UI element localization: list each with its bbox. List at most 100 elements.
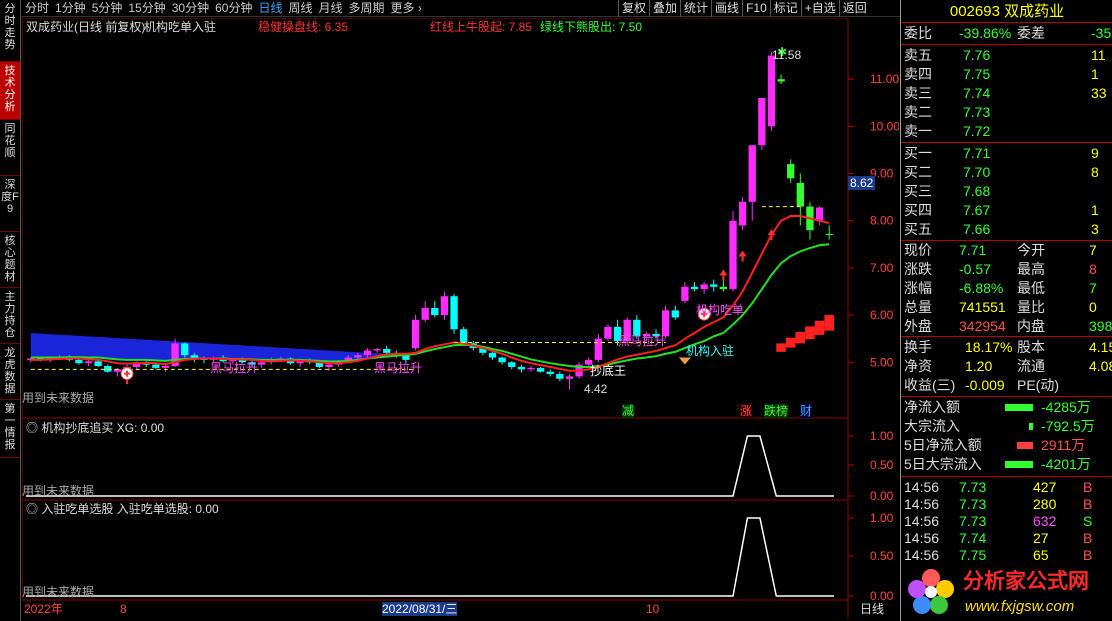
logo-text: 分析家公式网 xyxy=(963,570,1089,593)
side-tab-1[interactable]: 技术分析 xyxy=(0,62,20,120)
ask-row: 卖五 7.76 11 xyxy=(901,46,1112,65)
toolbar-btn-0[interactable]: 复权 xyxy=(618,0,649,17)
ylabel-10: 10.00 xyxy=(870,119,899,133)
panel2-value: XG: 0.00 xyxy=(116,421,165,435)
stat-value: 7.71 xyxy=(959,242,987,258)
flow-row: 大宗流入 -792.5万 xyxy=(901,417,1112,436)
future-data-note-1: 用到未来数据 xyxy=(22,391,95,405)
entry-bar xyxy=(795,332,806,344)
period-0[interactable]: 分时 xyxy=(22,0,52,17)
up-arrow-icon xyxy=(738,250,747,262)
stat2-value: -0.009 xyxy=(965,377,1005,393)
bid-price: 7.68 xyxy=(963,183,991,199)
chaodi-label: 抄底王 xyxy=(590,364,627,378)
entry-bar xyxy=(824,315,834,331)
stat2-value: 4.08 xyxy=(1089,358,1112,374)
logo-url: www.fxjgsw.com xyxy=(965,598,1075,615)
period-1[interactable]: 1分钟 xyxy=(52,0,89,17)
side-tab-6[interactable]: 龙虎数据 xyxy=(0,344,20,400)
ask-row: 卖三 7.74 33 xyxy=(901,84,1112,103)
side-tab-0[interactable]: 分时走势 xyxy=(0,0,20,62)
bid-row: 买一 7.71 9 xyxy=(901,144,1112,163)
candle xyxy=(681,282,689,304)
toolbar-btn-5[interactable]: 标记 xyxy=(769,0,801,17)
panel3-title[interactable]: ◎ 入驻吃单选股 入驻吃单选股: 0.00 xyxy=(26,502,219,516)
stock-code-name: 002693 双成药业 xyxy=(949,3,1065,20)
toolbar-btn-7[interactable]: 返回 xyxy=(838,0,870,17)
stat2-label: 股本 xyxy=(1017,339,1045,355)
stat-value: 741551 xyxy=(959,299,1006,315)
side-tab-7[interactable]: 第一情报 xyxy=(0,400,20,458)
candle xyxy=(671,305,679,320)
chart-area[interactable]: 5.00 6.00 7.00 8.00 9.00 10.00 11.00 ✱ 1.00 0.50 0… xyxy=(22,18,899,618)
stat-label: 现价 xyxy=(904,242,932,258)
stat2-label: PE(动) xyxy=(1017,377,1059,393)
jigou-chidan-label: 机构吃单 xyxy=(696,303,745,317)
xaxis-year: 2022年 xyxy=(24,602,63,616)
period-10[interactable]: 更多 › xyxy=(388,0,425,17)
bid-label: 买二 xyxy=(904,164,932,180)
panel2-ylabel-2: 0.00 xyxy=(870,489,894,503)
side-tab-2[interactable]: 同花顺 xyxy=(0,120,20,176)
toolbar-btn-1[interactable]: 叠加 xyxy=(649,0,680,17)
candle xyxy=(373,348,381,353)
period-6[interactable]: 日线 xyxy=(255,0,285,17)
stat-value: 0 xyxy=(1089,299,1097,315)
flow-bar xyxy=(1005,404,1033,411)
candle xyxy=(517,364,526,373)
candle xyxy=(546,369,554,377)
stat-value: 3985 xyxy=(1089,318,1112,334)
high-annotation: 11.58 xyxy=(772,48,802,62)
panel2-title[interactable]: ◎ 机构抄底追买 XG: 0.00 xyxy=(26,421,164,435)
toolbar-btn-4[interactable]: F10 xyxy=(742,0,770,17)
toolbar-btn-2[interactable]: 统计 xyxy=(680,0,711,17)
period-5[interactable]: 60分钟 xyxy=(212,0,255,17)
candle xyxy=(508,361,516,370)
stat-row: 总量 741551 量比 0 xyxy=(901,298,1112,317)
period-button[interactable]: 日线 xyxy=(860,602,884,616)
stat-value: 342954 xyxy=(959,318,1006,334)
future-data-note-3: 用到未来数据 xyxy=(22,585,95,599)
side-tab-4[interactable]: 核心题材 xyxy=(0,232,20,288)
bid-volume: 9 xyxy=(1091,145,1099,161)
ylabel-6: 6.00 xyxy=(870,308,894,322)
stat-label: 总量 xyxy=(904,299,932,315)
flow-value: -792.5万 xyxy=(1041,418,1095,434)
period-9[interactable]: 多周期 xyxy=(346,0,388,17)
candle xyxy=(161,364,170,372)
stat2-label: 换手 xyxy=(904,339,932,355)
panel2-ylabel-0: 1.00 xyxy=(870,429,894,443)
ask-price: 7.75 xyxy=(963,66,991,82)
flow-label: 5日净流入额 xyxy=(904,437,982,453)
tag-zhang: 涨 xyxy=(740,404,753,418)
future-data-note-2: 用到未来数据 xyxy=(22,484,95,498)
bid-label: 买三 xyxy=(904,183,932,199)
stat2-label: 流通 xyxy=(1017,358,1045,374)
ylabel-7: 7.00 xyxy=(870,261,894,275)
low-annotation: 4.42 xyxy=(584,382,608,396)
candle xyxy=(498,356,506,365)
period-3[interactable]: 15分钟 xyxy=(125,0,168,17)
stat-label: 最低 xyxy=(1017,280,1045,296)
candle xyxy=(527,366,535,372)
side-tab-5[interactable]: 主力持仓 xyxy=(0,288,20,344)
flow-bar xyxy=(1005,461,1033,468)
period-2[interactable]: 5分钟 xyxy=(89,0,126,17)
toolbar-btn-3[interactable]: 画线 xyxy=(711,0,742,17)
period-7[interactable]: 周线 xyxy=(285,0,315,17)
period-4[interactable]: 30分钟 xyxy=(169,0,212,17)
flow-value: -4201万 xyxy=(1041,456,1091,472)
flow-bar xyxy=(1029,423,1033,430)
toolbar-btn-6[interactable]: +自选 xyxy=(800,0,839,17)
panel3-name: 入驻吃单选股 xyxy=(41,502,114,516)
period-8[interactable]: 月线 xyxy=(316,0,346,17)
jigou-ruzhu-label: 机构入驻 xyxy=(686,344,735,358)
up-arrow-icon xyxy=(719,269,728,281)
indicator-name[interactable]: 机构吃单入驻 xyxy=(144,20,216,34)
entry-bar xyxy=(785,337,796,348)
side-tab-3[interactable]: 深度F9 xyxy=(0,176,20,232)
ask-price: 7.76 xyxy=(963,47,991,63)
kline-chart[interactable]: 5.006.007.008.009.0010.0011.00✱1.000.500… xyxy=(22,18,899,618)
ask-label: 卖二 xyxy=(904,104,932,120)
heima-label-3: 黑马拉升 xyxy=(618,334,667,348)
